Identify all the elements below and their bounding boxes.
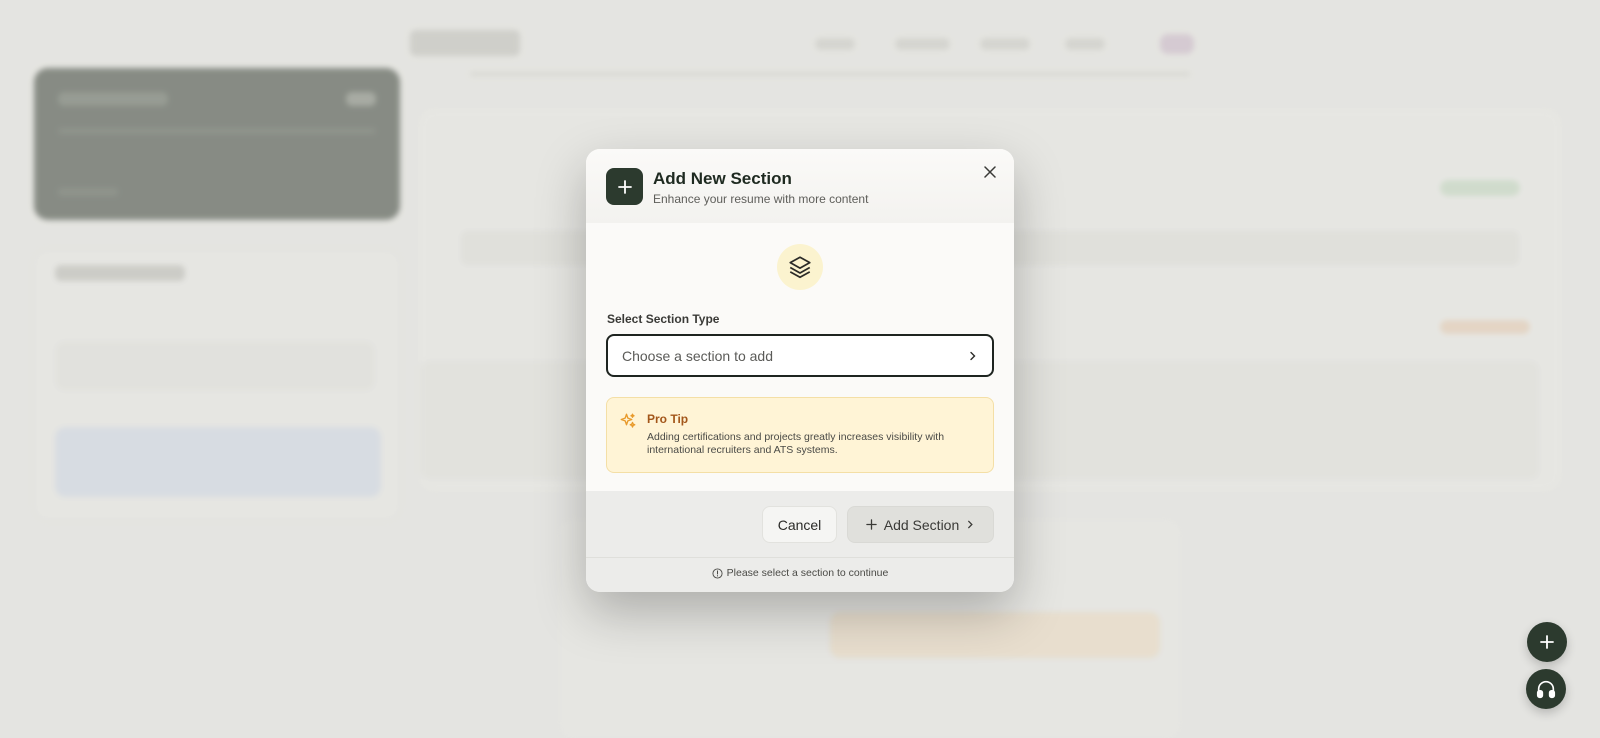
close-icon [984,166,996,178]
modal-header: Add New Section Enhance your resume with… [586,149,1014,223]
headphones-icon [1536,680,1556,699]
info-icon [712,567,723,579]
support-button[interactable] [1526,669,1566,709]
section-type-placeholder: Choose a section to add [622,347,773,364]
pro-tip-box: Pro Tip Adding certifications and projec… [606,397,994,473]
sparkles-icon [619,412,637,435]
plus-icon [606,168,643,205]
cancel-button[interactable]: Cancel [762,506,837,543]
section-type-label: Select Section Type [607,312,720,326]
chevron-right-icon [968,520,973,529]
modal-title: Add New Section [653,169,792,188]
modal-subtitle: Enhance your resume with more content [653,192,869,206]
add-section-modal: Add New Section Enhance your resume with… [586,149,1014,592]
add-section-button[interactable]: Add Section [847,506,994,543]
chevron-right-icon [970,351,976,360]
plus-icon [1540,635,1554,649]
section-type-select[interactable]: Choose a section to add [606,334,994,377]
selection-hint: Please select a section to continue [586,567,1014,579]
modal-actions: Cancel Add Section [586,491,1014,558]
add-section-label: Add Section [883,516,960,533]
close-button[interactable] [980,162,1000,182]
plus-icon [866,519,877,530]
modal-footer: Cancel Add Section Please select a secti… [586,491,1014,592]
pro-tip-text: Adding certifications and projects great… [647,431,945,456]
layers-icon [777,244,823,290]
pro-tip-title: Pro Tip [647,412,689,426]
floating-add-button[interactable] [1527,622,1567,662]
selection-hint-text: Please select a section to continue [726,567,889,579]
